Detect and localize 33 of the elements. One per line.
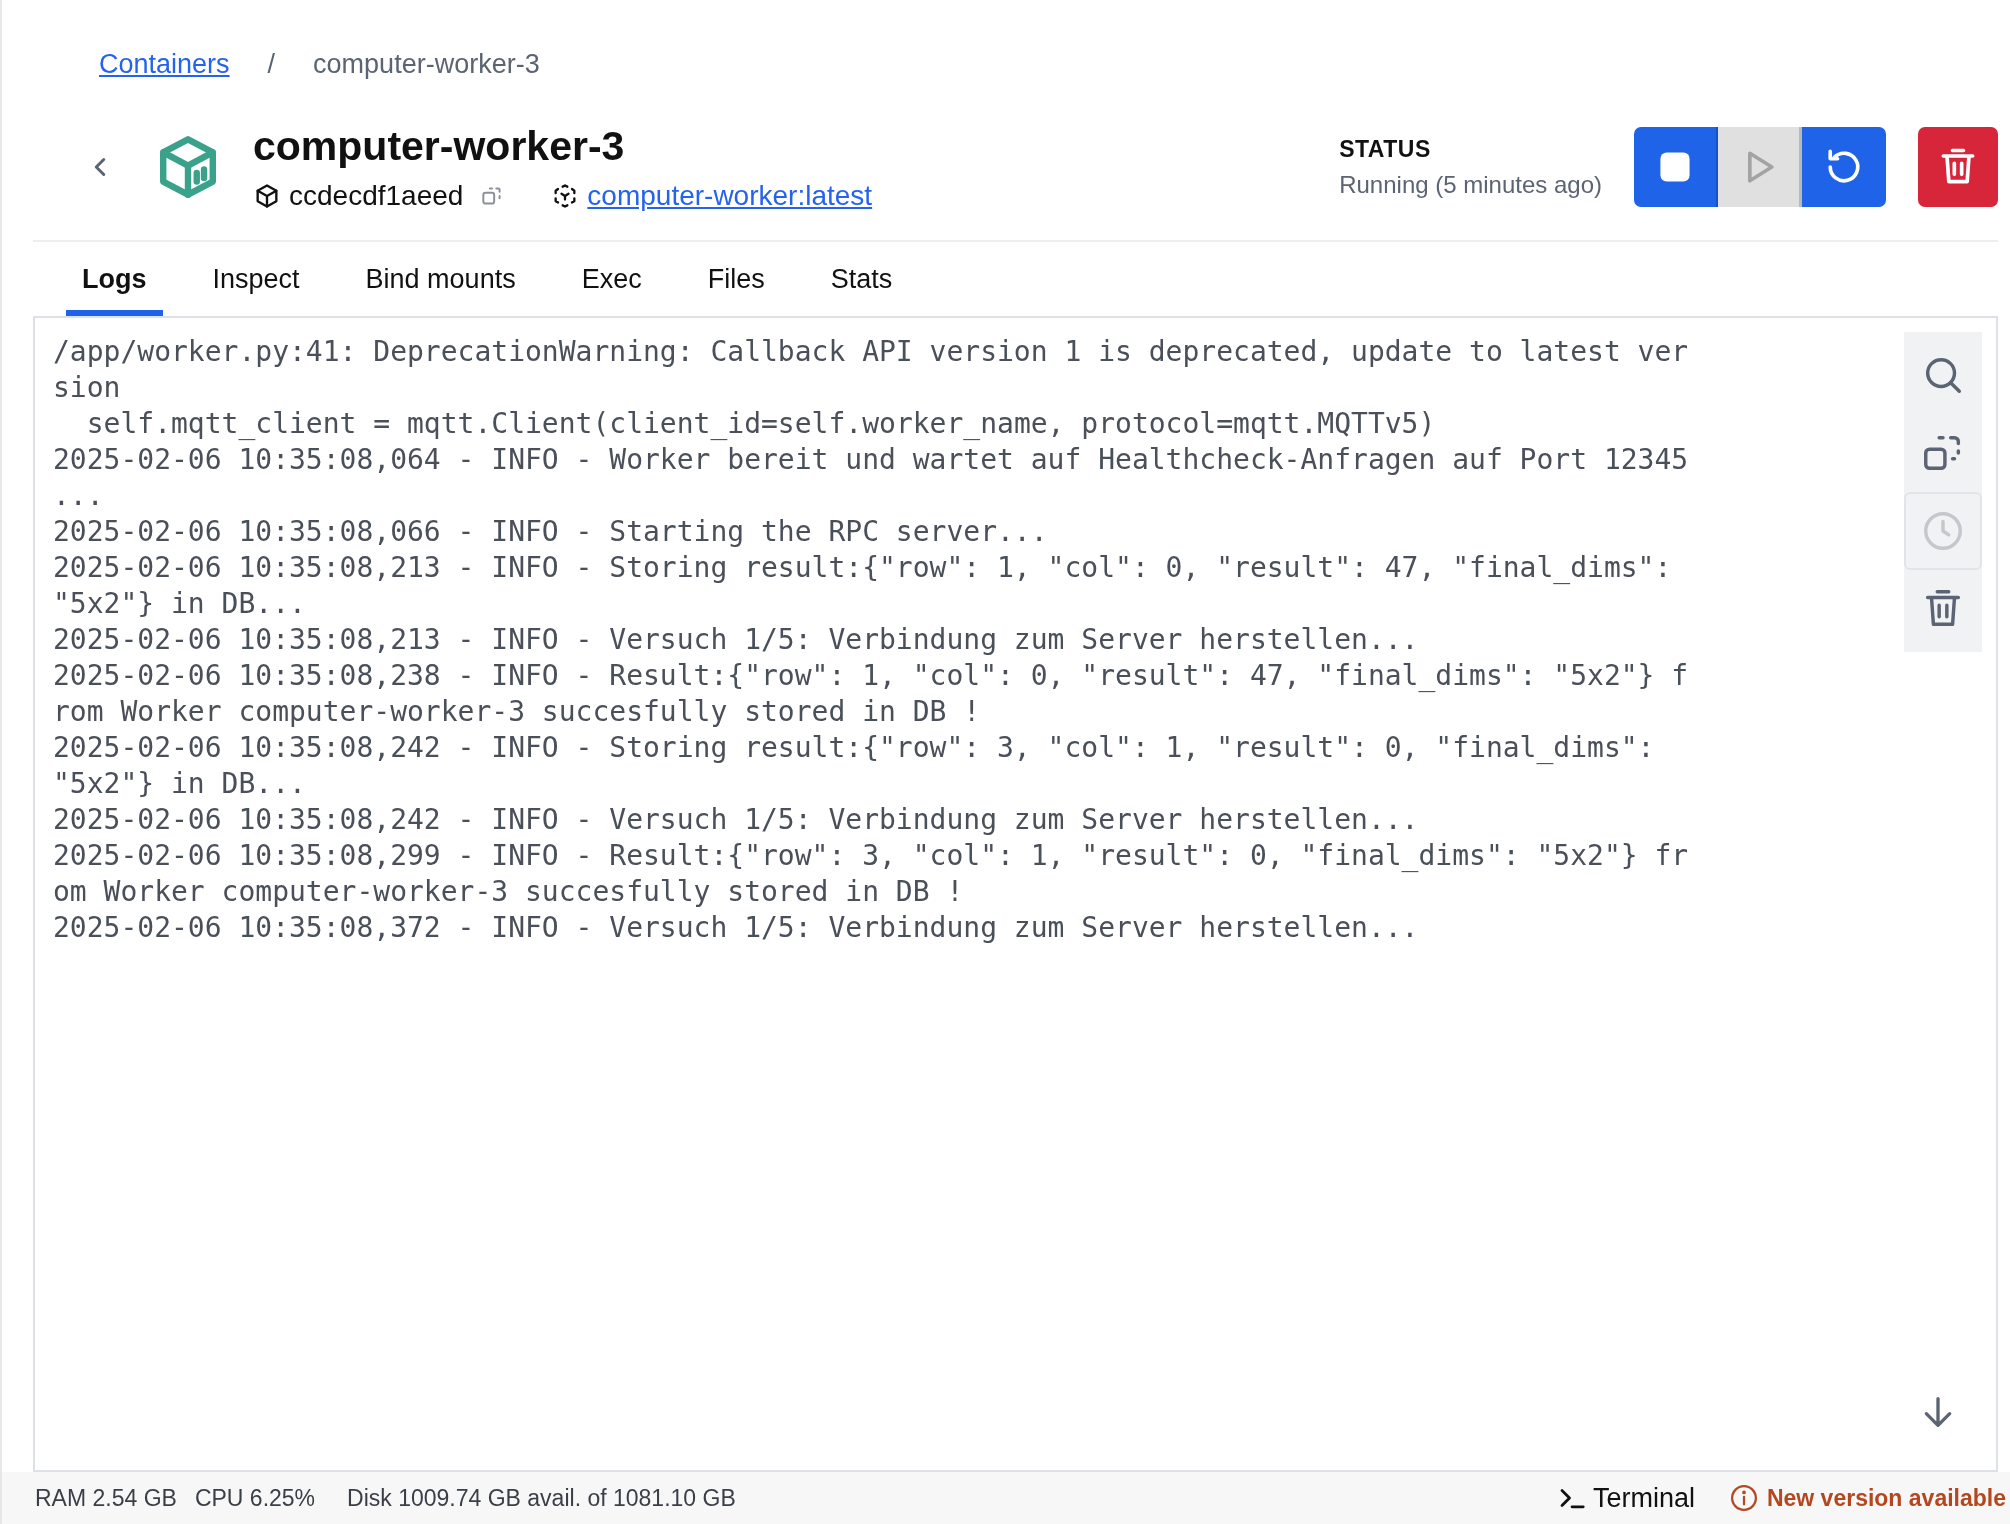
- log-line: 2025-02-06 10:35:08,242 - INFO - Storing result:{"row": 3, "col": 1, "result": 0, "final_dims": "5x2"} in DB...: [53, 730, 1656, 802]
- image-link[interactable]: computer-worker:latest: [587, 179, 873, 212]
- log-line: 2025-02-06 10:35:08,213 - INFO - Storing result:{"row": 1, "col": 0, "result": 47, "final_dims": "5x2"} in DB...: [53, 550, 1673, 622]
- tab[interactable]: Inspect: [196, 242, 316, 316]
- container-title: computer-worker-3: [253, 122, 626, 170]
- terminal-button[interactable]: Terminal: [1556, 1482, 1695, 1514]
- stop-button[interactable]: [1634, 127, 1718, 207]
- log-line: 2025-02-06 10:35:08,064 - INFO - Worker bereit und wartet auf Healthcheck-Anfragen auf Port 12345 ...: [53, 442, 1689, 514]
- update-button[interactable]: New version available: [1728, 1483, 2010, 1513]
- disk-usage: Disk 1009.74 GB avail. of 1081.10 GB: [347, 1484, 736, 1512]
- log-line: 2025-02-06 10:35:08,066 - INFO - Starting the RPC server...: [53, 514, 1049, 550]
- tab[interactable]: Files: [691, 242, 781, 316]
- log-line: 2025-02-06 10:35:08,299 - INFO - Result:{"row": 3, "col": 1, "result": 0, "final_dims": "5x2"} from Worker computer-worker-3 succesfully stored in DB !: [53, 838, 1689, 910]
- breadcrumb-current: computer-worker-3: [313, 48, 540, 80]
- breadcrumb-link[interactable]: Containers: [99, 48, 230, 80]
- tab[interactable]: Logs: [66, 242, 163, 316]
- container-id: ccdecdf1aeed: [289, 179, 464, 212]
- info-icon: [1728, 1483, 1759, 1513]
- cpu-usage: CPU 6.25%: [194, 1484, 316, 1512]
- tab[interactable]: Bind mounts: [349, 242, 532, 316]
- delete-button[interactable]: [1918, 127, 1998, 207]
- log-line: 2025-02-06 10:35:08,238 - INFO - Result:{"row": 1, "col": 0, "result": 47, "final_dims": "5x2"} from Worker computer-worker-3 succesfully stored in DB !: [53, 658, 1689, 730]
- restart-button[interactable]: [1802, 127, 1886, 207]
- status-value: Running (5 minutes ago): [1339, 170, 1602, 199]
- log-line: 2025-02-06 10:35:08,213 - INFO - Versuch 1/5: Verbindung zum Server herstellen...: [53, 622, 1420, 658]
- ram-usage: RAM 2.54 GB: [35, 1484, 177, 1512]
- status-label: STATUS: [1339, 135, 1432, 163]
- log-line: 2025-02-06 10:35:08,372 - INFO - Versuch 1/5: Verbindung zum Server herstellen...: [53, 910, 1420, 946]
- breadcrumb-separator: /: [267, 48, 276, 80]
- tab[interactable]: Stats: [814, 242, 909, 316]
- log-line: 2025-02-06 10:35:08,242 - INFO - Versuch 1/5: Verbindung zum Server herstellen...: [53, 802, 1420, 838]
- log-line: self.mqtt_client = mqtt.Client(client_id=self.worker_name, protocol=mqtt.MQTTv5): [85, 406, 1437, 442]
- tab[interactable]: Exec: [565, 242, 658, 316]
